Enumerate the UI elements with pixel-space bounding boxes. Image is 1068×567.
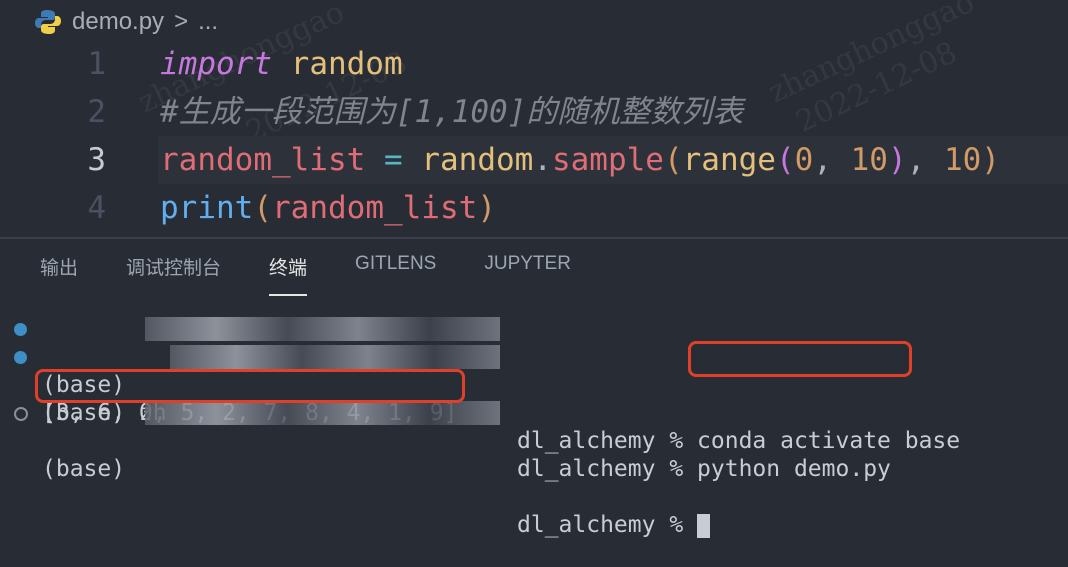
code-token: ( bbox=[663, 142, 683, 178]
prompt-dir: dl_alchemy % bbox=[517, 428, 684, 454]
code-editor[interactable]: 1 import random 2 #生成一段范围为[1,100]的随机整数列表 3 ra… bbox=[0, 40, 1068, 232]
line-number: 2 bbox=[87, 94, 106, 130]
redacted-username bbox=[145, 317, 500, 341]
breadcrumb: demo.py > ... bbox=[34, 4, 218, 40]
line-number: 3 bbox=[87, 142, 106, 178]
code-text: #生成一段范围为[1,100]的随机整数列表 bbox=[160, 88, 743, 136]
command-pending-dot-icon bbox=[14, 407, 28, 421]
code-token: random bbox=[421, 142, 534, 178]
code-token: #生成一段范围为[1,100]的随机整数列表 bbox=[160, 94, 744, 130]
code-token: sample bbox=[551, 142, 664, 178]
code-line[interactable]: 4 print(random_list) bbox=[0, 184, 1068, 232]
code-token: random bbox=[290, 46, 403, 82]
terminal-cursor bbox=[697, 513, 711, 538]
code-token: random_list bbox=[272, 190, 478, 226]
code-text: import random bbox=[160, 40, 403, 88]
tab-jupyter[interactable]: JUPYTER bbox=[484, 253, 571, 296]
terminal-line: (base) dl_alchemy % conda activate base bbox=[0, 315, 1068, 454]
highlight-box-output bbox=[35, 369, 465, 403]
prompt-env: (base) bbox=[42, 456, 126, 482]
tab-terminal[interactable]: 终端 bbox=[269, 253, 308, 296]
terminal-line: (base) dl_alchemy % bbox=[0, 399, 1068, 538]
tab-debug-console[interactable]: 调试控制台 bbox=[126, 253, 221, 296]
line-number: 4 bbox=[87, 190, 106, 226]
breadcrumb-more[interactable]: ... bbox=[198, 8, 218, 36]
code-token: , bbox=[813, 142, 851, 178]
code-token: ) bbox=[477, 190, 496, 226]
redacted-username bbox=[170, 345, 500, 369]
code-token: 10 bbox=[943, 142, 982, 178]
code-token: ( bbox=[775, 142, 795, 178]
code-token: 10 bbox=[850, 142, 888, 178]
code-token: ) bbox=[981, 142, 1000, 178]
tab-output[interactable]: 输出 bbox=[40, 253, 78, 296]
tab-gitlens[interactable]: GITLENS bbox=[355, 253, 436, 296]
code-line[interactable]: 3 random_list = random.sample(range(0, 10… bbox=[0, 136, 1068, 184]
command-text: python demo.py bbox=[697, 456, 891, 482]
highlight-box-command bbox=[688, 341, 912, 377]
code-token: . bbox=[533, 142, 552, 178]
code-text: print(random_list) bbox=[160, 184, 496, 232]
code-token: , bbox=[906, 142, 944, 178]
code-line[interactable]: 2 #生成一段范围为[1,100]的随机整数列表 bbox=[0, 88, 1068, 136]
code-token: 0 bbox=[794, 142, 814, 178]
redacted-username bbox=[145, 401, 500, 425]
breadcrumb-separator: > bbox=[174, 8, 189, 35]
bottom-panel: 输出 调试控制台 终端 GITLENS JUPYTER (base) dl_al… bbox=[0, 237, 1068, 538]
command-success-dot-icon bbox=[14, 323, 27, 336]
code-line[interactable]: 1 import random bbox=[0, 40, 1068, 88]
code-token: print bbox=[160, 190, 254, 226]
code-token: import bbox=[160, 46, 272, 82]
code-token: range bbox=[682, 142, 776, 178]
code-token: = bbox=[383, 142, 403, 178]
command-text: conda activate base bbox=[697, 428, 961, 454]
prompt-dir: dl_alchemy % bbox=[517, 512, 684, 538]
panel-tabs: 输出 调试控制台 终端 GITLENS JUPYTER bbox=[40, 253, 571, 296]
line-number: 1 bbox=[87, 46, 106, 82]
code-text: random_list = random.sample(range(0, 10)… bbox=[160, 136, 1000, 184]
python-file-icon bbox=[35, 10, 61, 34]
code-token: ) bbox=[887, 142, 907, 178]
command-success-dot-icon bbox=[14, 351, 27, 364]
breadcrumb-file[interactable]: demo.py bbox=[72, 8, 164, 36]
prompt-dir: dl_alchemy % bbox=[517, 456, 684, 482]
code-token: ( bbox=[253, 190, 272, 226]
code-token: random_list bbox=[160, 142, 366, 178]
